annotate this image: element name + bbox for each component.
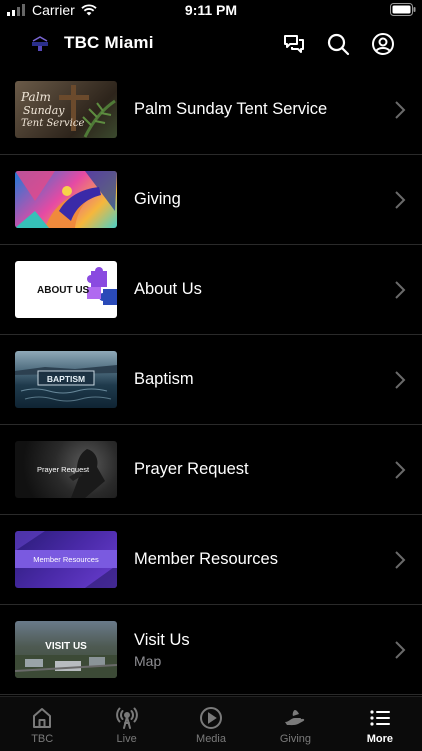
chevron-right-icon bbox=[395, 461, 406, 479]
thumb-text: BAPTISM bbox=[47, 374, 85, 384]
chevron-right-icon bbox=[395, 281, 406, 299]
row-title: Prayer Request bbox=[134, 460, 249, 478]
row-text: Giving bbox=[134, 155, 181, 244]
row-title: Member Resources bbox=[134, 550, 278, 568]
menu-list: Palm Sunday Tent Service Palm Sunday Ten… bbox=[0, 65, 422, 695]
church-logo-icon[interactable] bbox=[29, 35, 51, 53]
list-item-palm-sunday[interactable]: Palm Sunday Tent Service Palm Sunday Ten… bbox=[0, 65, 422, 155]
thumb-text: VISIT US bbox=[45, 641, 87, 652]
tab-bar: TBC Live Media Giving More bbox=[0, 696, 422, 751]
tab-tbc[interactable]: TBC bbox=[0, 697, 84, 751]
row-subtitle: Map bbox=[134, 652, 162, 669]
search-icon[interactable] bbox=[325, 31, 351, 57]
thumbnail-visit-us: VISIT US bbox=[15, 621, 117, 678]
tab-label: TBC bbox=[31, 733, 54, 745]
thumbnail-member-resources: Member Resources bbox=[15, 531, 117, 588]
row-title: About Us bbox=[134, 280, 202, 298]
chevron-right-icon bbox=[395, 551, 406, 569]
svg-text:Sunday: Sunday bbox=[23, 104, 65, 117]
row-title: Visit Us bbox=[134, 630, 190, 649]
row-text: Member Resources bbox=[134, 515, 278, 604]
tab-media[interactable]: Media bbox=[169, 697, 253, 751]
thumbnail-prayer-request: Prayer Request bbox=[15, 441, 117, 498]
broadcast-icon bbox=[115, 707, 138, 729]
tab-label: Live bbox=[116, 733, 137, 745]
list-item-prayer-request[interactable]: Prayer Request Prayer Request bbox=[0, 425, 422, 515]
thumb-text: Prayer Request bbox=[37, 465, 90, 474]
page-title: TBC Miami bbox=[64, 33, 154, 52]
row-text: Palm Sunday Tent Service bbox=[134, 65, 327, 154]
row-title: Giving bbox=[134, 190, 181, 208]
chat-bubbles-icon[interactable] bbox=[281, 31, 307, 57]
thumb-text: Member Resources bbox=[33, 555, 99, 564]
chevron-right-icon bbox=[395, 191, 406, 209]
home-icon bbox=[33, 708, 52, 728]
svg-text:Tent Service: Tent Service bbox=[21, 118, 84, 129]
list-item-giving[interactable]: Giving bbox=[0, 155, 422, 245]
tab-more[interactable]: More bbox=[338, 697, 422, 751]
thumbnail-giving bbox=[15, 171, 117, 228]
row-text: About Us bbox=[134, 245, 202, 334]
chevron-right-icon bbox=[395, 371, 406, 389]
thumb-text: ABOUT US bbox=[37, 285, 90, 296]
thumbnail-baptism: BAPTISM bbox=[15, 351, 117, 408]
giving-hand-icon bbox=[285, 710, 305, 726]
tab-label: Media bbox=[196, 733, 226, 745]
row-text: Baptism bbox=[134, 335, 194, 424]
header: TBC Miami bbox=[0, 22, 422, 66]
row-text: Visit Us Map bbox=[134, 605, 190, 694]
play-circle-icon bbox=[200, 707, 223, 729]
tab-giving[interactable]: Giving bbox=[253, 697, 337, 751]
tab-label: Giving bbox=[279, 733, 312, 745]
list-item-visit-us[interactable]: VISIT US Visit Us Map bbox=[0, 605, 422, 695]
thumbnail-about-us: ABOUT US bbox=[15, 261, 117, 318]
row-title: Baptism bbox=[134, 370, 194, 388]
account-icon[interactable] bbox=[370, 31, 396, 57]
list-item-about-us[interactable]: ABOUT US About Us bbox=[0, 245, 422, 335]
list-item-member-resources[interactable]: Member Resources Member Resources bbox=[0, 515, 422, 605]
chevron-right-icon bbox=[395, 641, 406, 659]
tab-label: More bbox=[366, 733, 393, 745]
battery-icon bbox=[390, 3, 416, 19]
tab-live[interactable]: Live bbox=[84, 697, 168, 751]
row-text: Prayer Request bbox=[134, 425, 249, 514]
chevron-right-icon bbox=[395, 101, 406, 119]
svg-text:Palm: Palm bbox=[20, 90, 51, 104]
list-icon bbox=[370, 710, 390, 726]
status-time: 9:11 PM bbox=[184, 2, 238, 18]
status-bar: Carrier 9:11 PM bbox=[0, 0, 422, 22]
row-title: Palm Sunday Tent Service bbox=[134, 100, 328, 118]
list-item-baptism[interactable]: BAPTISM Baptism bbox=[0, 335, 422, 425]
thumbnail-palm-sunday: Palm Sunday Tent Service bbox=[15, 81, 117, 138]
